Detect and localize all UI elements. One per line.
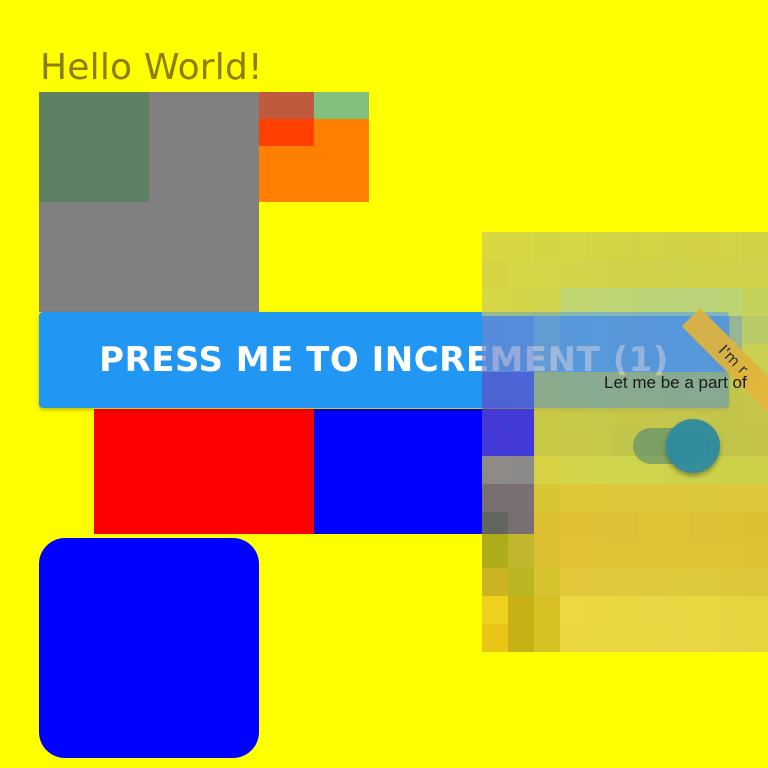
overlay-caption: Let me be a part of: [604, 373, 747, 392]
orange-subcell-green: [314, 92, 369, 119]
orange-subcell-brown: [259, 92, 314, 119]
orange-subcell-red: [259, 119, 314, 146]
pixelated-overlay-panel: [482, 232, 768, 768]
hello-world-title: Hello World!: [40, 47, 263, 88]
switch-thumb[interactable]: [666, 419, 720, 473]
green-square: [39, 92, 149, 202]
red-rectangle: [94, 409, 314, 534]
rounded-blue-square: [39, 538, 259, 758]
